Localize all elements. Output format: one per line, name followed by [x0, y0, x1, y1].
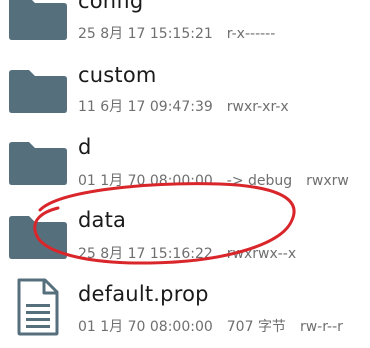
file-date: 01 1月 70 08:00:00: [78, 319, 213, 335]
file-meta: 01 1月 70 08:00:00 -> debug rwxrw: [78, 170, 363, 190]
file-permissions: rwxrwx--x: [226, 246, 297, 262]
file-date: 25 8月 17 15:15:21: [78, 26, 213, 42]
folder-icon: [7, 0, 69, 42]
list-item[interactable]: data 25 8月 17 15:16:22 rwxrwx--x: [0, 196, 370, 268]
file-date: 25 8月 17 15:16:22: [78, 246, 213, 262]
folder-icon: [7, 67, 69, 115]
list-item[interactable]: custom 11 6月 17 09:47:39 rwxr-xr-x: [0, 49, 370, 121]
file-meta: 11 6月 17 09:47:39 rwxr-xr-x: [78, 96, 303, 116]
file-meta: 01 1月 70 08:00:00 707 字节 rw-r--r: [78, 316, 357, 336]
file-name: config: [78, 0, 144, 13]
file-permissions: r-x------: [226, 26, 276, 42]
file-name: custom: [78, 63, 157, 87]
list-item[interactable]: d 01 1月 70 08:00:00 -> debug rwxrw: [0, 122, 370, 194]
file-date: 01 1月 70 08:00:00: [78, 173, 213, 189]
file-name: default.prop: [78, 282, 209, 306]
symlink-target: -> debug: [226, 173, 293, 189]
document-icon: [16, 278, 60, 336]
file-date: 11 6月 17 09:47:39: [78, 99, 213, 115]
list-item[interactable]: default.prop 01 1月 70 08:00:00 707 字节 rw-r…: [0, 270, 370, 342]
file-name: d: [78, 135, 92, 159]
folder-icon: [7, 139, 69, 187]
list-item[interactable]: config 25 8月 17 15:15:21 r-x------: [0, 0, 370, 47]
file-list: config 25 8月 17 15:15:21 r-x------ custom…: [0, 0, 370, 348]
file-permissions: rwxr-xr-x: [226, 99, 289, 115]
file-permissions: rw-r--r: [299, 319, 343, 335]
file-name: data: [78, 208, 127, 232]
file-meta: 25 8月 17 15:16:22 rwxrwx--x: [78, 243, 310, 263]
file-size: 707 字节: [226, 319, 286, 335]
file-permissions: rwxrw: [306, 173, 349, 189]
folder-icon: [7, 213, 69, 261]
file-meta: 25 8月 17 15:15:21 r-x------: [78, 23, 289, 43]
